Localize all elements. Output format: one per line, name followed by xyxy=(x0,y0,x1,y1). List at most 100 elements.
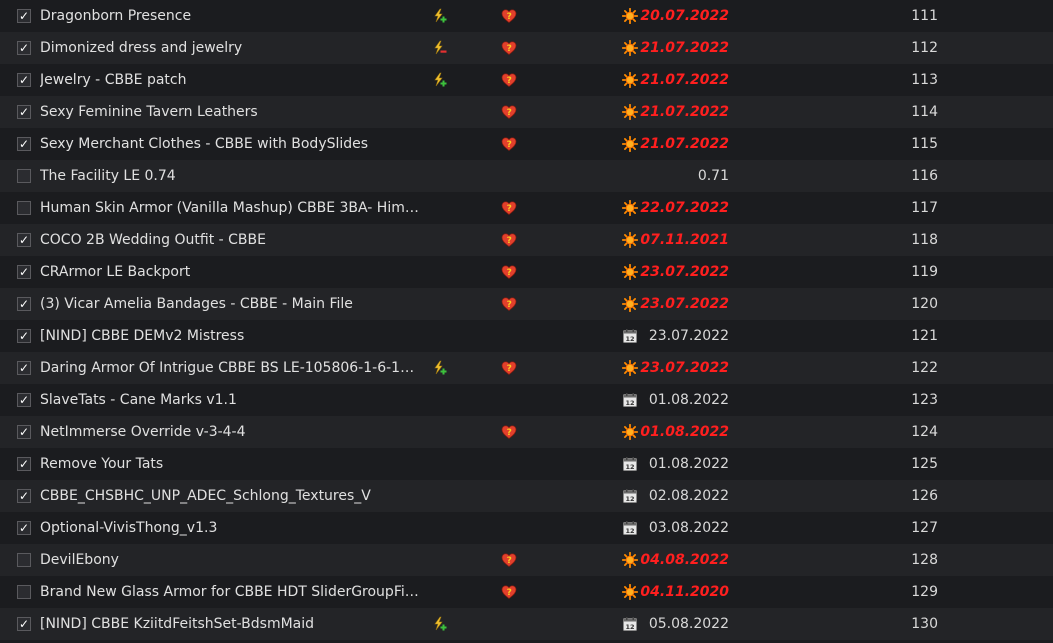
mod-row[interactable]: Human Skin Armor (Vanilla Mashup) CBBE 3… xyxy=(0,192,1053,224)
mod-name: Optional-VivisThong_v1.3 xyxy=(40,520,218,536)
enable-checkbox[interactable]: ✓ xyxy=(17,361,31,375)
mod-name: Human Skin Armor (Vanilla Mashup) CBBE 3… xyxy=(40,200,420,216)
mod-name: Dimonized dress and jewelry xyxy=(40,40,243,56)
mod-name: Sexy Merchant Clothes - CBBE with BodySl… xyxy=(40,136,369,152)
enable-checkbox[interactable] xyxy=(17,553,31,567)
mod-row[interactable]: ✓ Sexy Feminine Tavern Leathers? 21.07.202… xyxy=(0,96,1053,128)
mod-priority: 116 xyxy=(911,168,938,184)
svg-text:12: 12 xyxy=(625,495,634,503)
mod-version: 02.08.2022 xyxy=(648,488,729,504)
mod-priority: 124 xyxy=(911,424,938,440)
mod-version: 21.07.2022 xyxy=(640,104,729,120)
heart-question-icon: ? xyxy=(501,200,517,216)
mod-row[interactable]: ✓ Remove Your Tats 12 01.08.2022 125 xyxy=(0,448,1053,480)
enable-checkbox[interactable]: ✓ xyxy=(17,425,31,439)
mod-name: (3) Vicar Amelia Bandages - CBBE - Main … xyxy=(40,296,353,312)
mod-row[interactable]: ✓ SlaveTats - Cane Marks v1.1 12 01.08.2022… xyxy=(0,384,1053,416)
mod-version: 21.07.2022 xyxy=(640,72,729,88)
sun-update-icon xyxy=(622,104,638,120)
sun-update-icon xyxy=(622,232,638,248)
calendar-icon: 12 xyxy=(622,520,638,536)
mod-version: 23.07.2022 xyxy=(640,264,729,280)
mod-row[interactable]: ✓ CBBE_CHSBHC_UNP_ADEC_Schlong_Textures_V… xyxy=(0,480,1053,512)
mod-row[interactable]: DevilEbony? 04.08.2022 128 xyxy=(0,544,1053,576)
enable-checkbox[interactable]: ✓ xyxy=(17,105,31,119)
mod-version: 01.08.2022 xyxy=(648,392,729,408)
mod-version: 23.07.2022 xyxy=(640,360,729,376)
enable-checkbox[interactable]: ✓ xyxy=(17,457,31,471)
sun-update-icon xyxy=(622,584,638,600)
mod-name: [NIND] CBBE KziitdFeitshSet-BdsmMaid xyxy=(40,616,315,632)
heart-question-icon: ? xyxy=(501,40,517,56)
mod-version: 03.08.2022 xyxy=(648,520,729,536)
mod-name: DevilEbony xyxy=(40,552,119,568)
mod-version: 20.07.2022 xyxy=(640,8,729,24)
svg-text:?: ? xyxy=(507,300,512,310)
enable-checkbox[interactable]: ✓ xyxy=(17,617,31,631)
mod-version: 01.08.2022 xyxy=(648,456,729,472)
mod-priority: 115 xyxy=(911,136,938,152)
mod-row[interactable]: The Facility LE 0.74 0.71 116 xyxy=(0,160,1053,192)
enable-checkbox[interactable]: ✓ xyxy=(17,489,31,503)
enable-checkbox[interactable] xyxy=(17,585,31,599)
mod-row[interactable]: ✓ CRArmor LE Backport? 23.07.2022 119 xyxy=(0,256,1053,288)
mod-priority: 122 xyxy=(911,360,938,376)
mod-row[interactable]: ✓ [NIND] CBBE DEMv2 Mistress 12 23.07.2022 1… xyxy=(0,320,1053,352)
mod-row[interactable]: ✓ Dimonized dress and jewelry? 21.07.2022 1… xyxy=(0,32,1053,64)
mod-priority: 125 xyxy=(911,456,938,472)
mod-row[interactable]: ✓ [NIND] CBBE KziitdFeitshSet-BdsmMaid 12 0… xyxy=(0,608,1053,640)
mod-row[interactable]: ✓ NetImmerse Override v-3-4-4? 01.08.2022 1… xyxy=(0,416,1053,448)
enable-checkbox[interactable]: ✓ xyxy=(17,233,31,247)
sun-update-icon xyxy=(622,136,638,152)
mod-row[interactable]: Brand New Glass Armor for CBBE HDT Slide… xyxy=(0,576,1053,608)
heart-question-icon: ? xyxy=(501,232,517,248)
heart-question-icon: ? xyxy=(501,584,517,600)
mod-priority: 118 xyxy=(911,232,938,248)
sun-update-icon xyxy=(622,200,638,216)
plus-flag-icon xyxy=(431,360,447,376)
mod-row[interactable]: ✓ COCO 2B Wedding Outfit - CBBE? 07.11.202… xyxy=(0,224,1053,256)
enable-checkbox[interactable]: ✓ xyxy=(17,393,31,407)
mod-priority: 129 xyxy=(911,584,938,600)
mod-priority: 113 xyxy=(911,72,938,88)
svg-text:12: 12 xyxy=(625,399,634,407)
sun-update-icon xyxy=(622,424,638,440)
mod-name: COCO 2B Wedding Outfit - CBBE xyxy=(40,232,266,248)
svg-text:?: ? xyxy=(507,76,512,86)
mod-priority: 117 xyxy=(911,200,938,216)
svg-text:12: 12 xyxy=(625,527,634,535)
mod-row[interactable]: ✓ Optional-VivisThong_v1.3 12 03.08.2022 127 xyxy=(0,512,1053,544)
mod-priority: 112 xyxy=(911,40,938,56)
heart-question-icon: ? xyxy=(501,360,517,376)
sun-update-icon xyxy=(622,264,638,280)
calendar-icon: 12 xyxy=(622,456,638,472)
mod-row[interactable]: ✓ Daring Armor Of Intrigue CBBE BS LE-105… xyxy=(0,352,1053,384)
enable-checkbox[interactable]: ✓ xyxy=(17,265,31,279)
enable-checkbox[interactable] xyxy=(17,169,31,183)
mod-row[interactable]: ✓ Jewelry - CBBE patch? 21.07.2022 113 xyxy=(0,64,1053,96)
mod-name: Brand New Glass Armor for CBBE HDT Slide… xyxy=(40,584,420,600)
svg-text:?: ? xyxy=(507,140,512,150)
mod-priority: 126 xyxy=(911,488,938,504)
mod-priority: 119 xyxy=(911,264,938,280)
mod-priority: 111 xyxy=(911,8,938,24)
mod-version: 23.07.2022 xyxy=(648,328,729,344)
mod-priority: 128 xyxy=(911,552,938,568)
enable-checkbox[interactable]: ✓ xyxy=(17,521,31,535)
enable-checkbox[interactable]: ✓ xyxy=(17,297,31,311)
mod-row[interactable]: ✓ Sexy Merchant Clothes - CBBE with BodyS… xyxy=(0,128,1053,160)
heart-question-icon: ? xyxy=(501,264,517,280)
enable-checkbox[interactable]: ✓ xyxy=(17,329,31,343)
svg-text:?: ? xyxy=(507,236,512,246)
mod-row[interactable]: ✓ Dragonborn Presence? 20.07.2022 111 xyxy=(0,0,1053,32)
enable-checkbox[interactable]: ✓ xyxy=(17,41,31,55)
mod-name: NetImmerse Override v-3-4-4 xyxy=(40,424,246,440)
heart-question-icon: ? xyxy=(501,552,517,568)
enable-checkbox[interactable]: ✓ xyxy=(17,137,31,151)
mod-name: Remove Your Tats xyxy=(40,456,164,472)
mod-row[interactable]: ✓ (3) Vicar Amelia Bandages - CBBE - Main… xyxy=(0,288,1053,320)
enable-checkbox[interactable]: ✓ xyxy=(17,73,31,87)
enable-checkbox[interactable] xyxy=(17,201,31,215)
enable-checkbox[interactable]: ✓ xyxy=(17,9,31,23)
mod-version: 07.11.2021 xyxy=(640,232,729,248)
